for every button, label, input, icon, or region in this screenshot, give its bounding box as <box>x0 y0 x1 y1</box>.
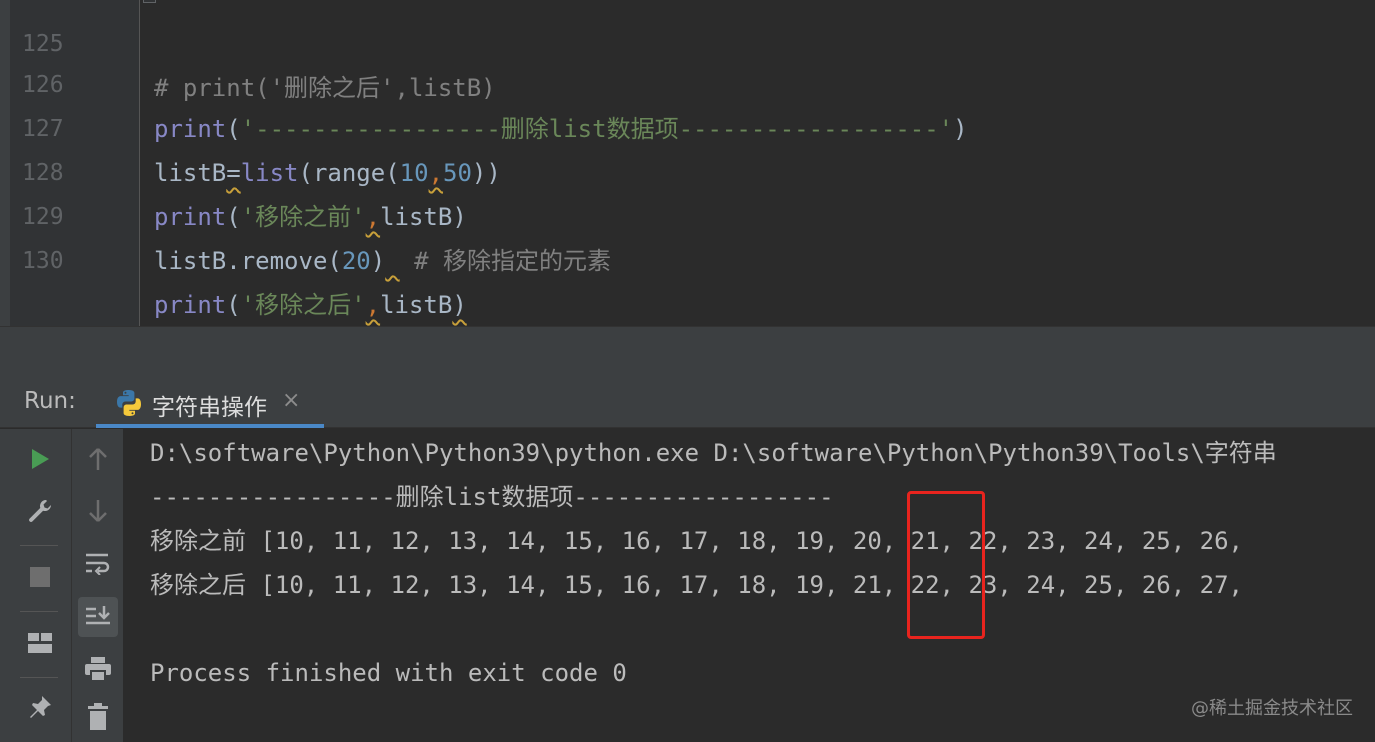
close-icon[interactable]: × <box>282 388 300 413</box>
toolbar-divider <box>20 611 58 612</box>
python-icon <box>117 390 141 416</box>
code-text: listB.remove(20) # 移除指定的元素 <box>154 247 612 275</box>
highlight-annotation-box <box>907 491 985 639</box>
run-toolbar-secondary <box>72 429 124 742</box>
panel-splitter[interactable] <box>0 326 1375 376</box>
console-line: -----------------删除list数据项--------------… <box>150 483 834 511</box>
console-line: 移除之后 [10, 11, 12, 13, 14, 15, 16, 17, 18… <box>150 571 1243 599</box>
console-line: 移除之前 [10, 11, 12, 13, 14, 15, 16, 17, 18… <box>150 527 1243 555</box>
console-line: D:\software\Python\Python39\python.exe D… <box>150 439 1277 467</box>
wrench-icon[interactable] <box>22 493 58 529</box>
run-toolbar-primary <box>0 429 72 742</box>
scroll-to-end-icon[interactable] <box>78 597 118 637</box>
trash-icon[interactable] <box>80 699 116 735</box>
code-line: 127 listB=list(range(10,50)) <box>0 63 1375 187</box>
code-editor[interactable]: 125 # print('删除之后',listB) 126 print('---… <box>0 0 1375 326</box>
run-tab-label: 字符串操作 <box>152 395 267 421</box>
toolbar-divider <box>20 677 58 678</box>
arrow-up-icon[interactable] <box>80 441 116 477</box>
toolbar-divider <box>20 545 58 546</box>
layout-icon[interactable] <box>22 625 58 661</box>
pin-icon[interactable] <box>22 689 58 725</box>
soft-wrap-icon[interactable] <box>80 545 116 581</box>
run-tab[interactable]: 字符串操作 × <box>96 376 324 428</box>
code-line: 128 print('移除之前',listB) <box>0 107 1375 231</box>
stop-icon[interactable] <box>22 559 58 595</box>
console-output[interactable]: D:\software\Python\Python39\python.exe D… <box>124 429 1375 742</box>
arrow-down-icon[interactable] <box>80 493 116 529</box>
run-tool-window-header: Run: 字符串操作 × <box>0 376 1375 428</box>
watermark: @稀土掘金技术社区 <box>1191 698 1353 719</box>
run-icon[interactable] <box>22 441 58 477</box>
run-label: Run: <box>24 388 76 414</box>
code-line: 126 print('-----------------删除list数据项---… <box>0 19 1375 143</box>
code-text: print('移除之后',listB) <box>154 291 467 319</box>
console-line: Process finished with exit code 0 <box>150 659 627 687</box>
code-line: 129 listB.remove(20) # 移除指定的元素 <box>0 151 1375 275</box>
code-line: 130 print('移除之后',listB) <box>0 195 1375 319</box>
print-icon[interactable] <box>80 651 116 687</box>
line-number: 130 <box>22 248 64 274</box>
run-panel: D:\software\Python\Python39\python.exe D… <box>0 429 1375 742</box>
